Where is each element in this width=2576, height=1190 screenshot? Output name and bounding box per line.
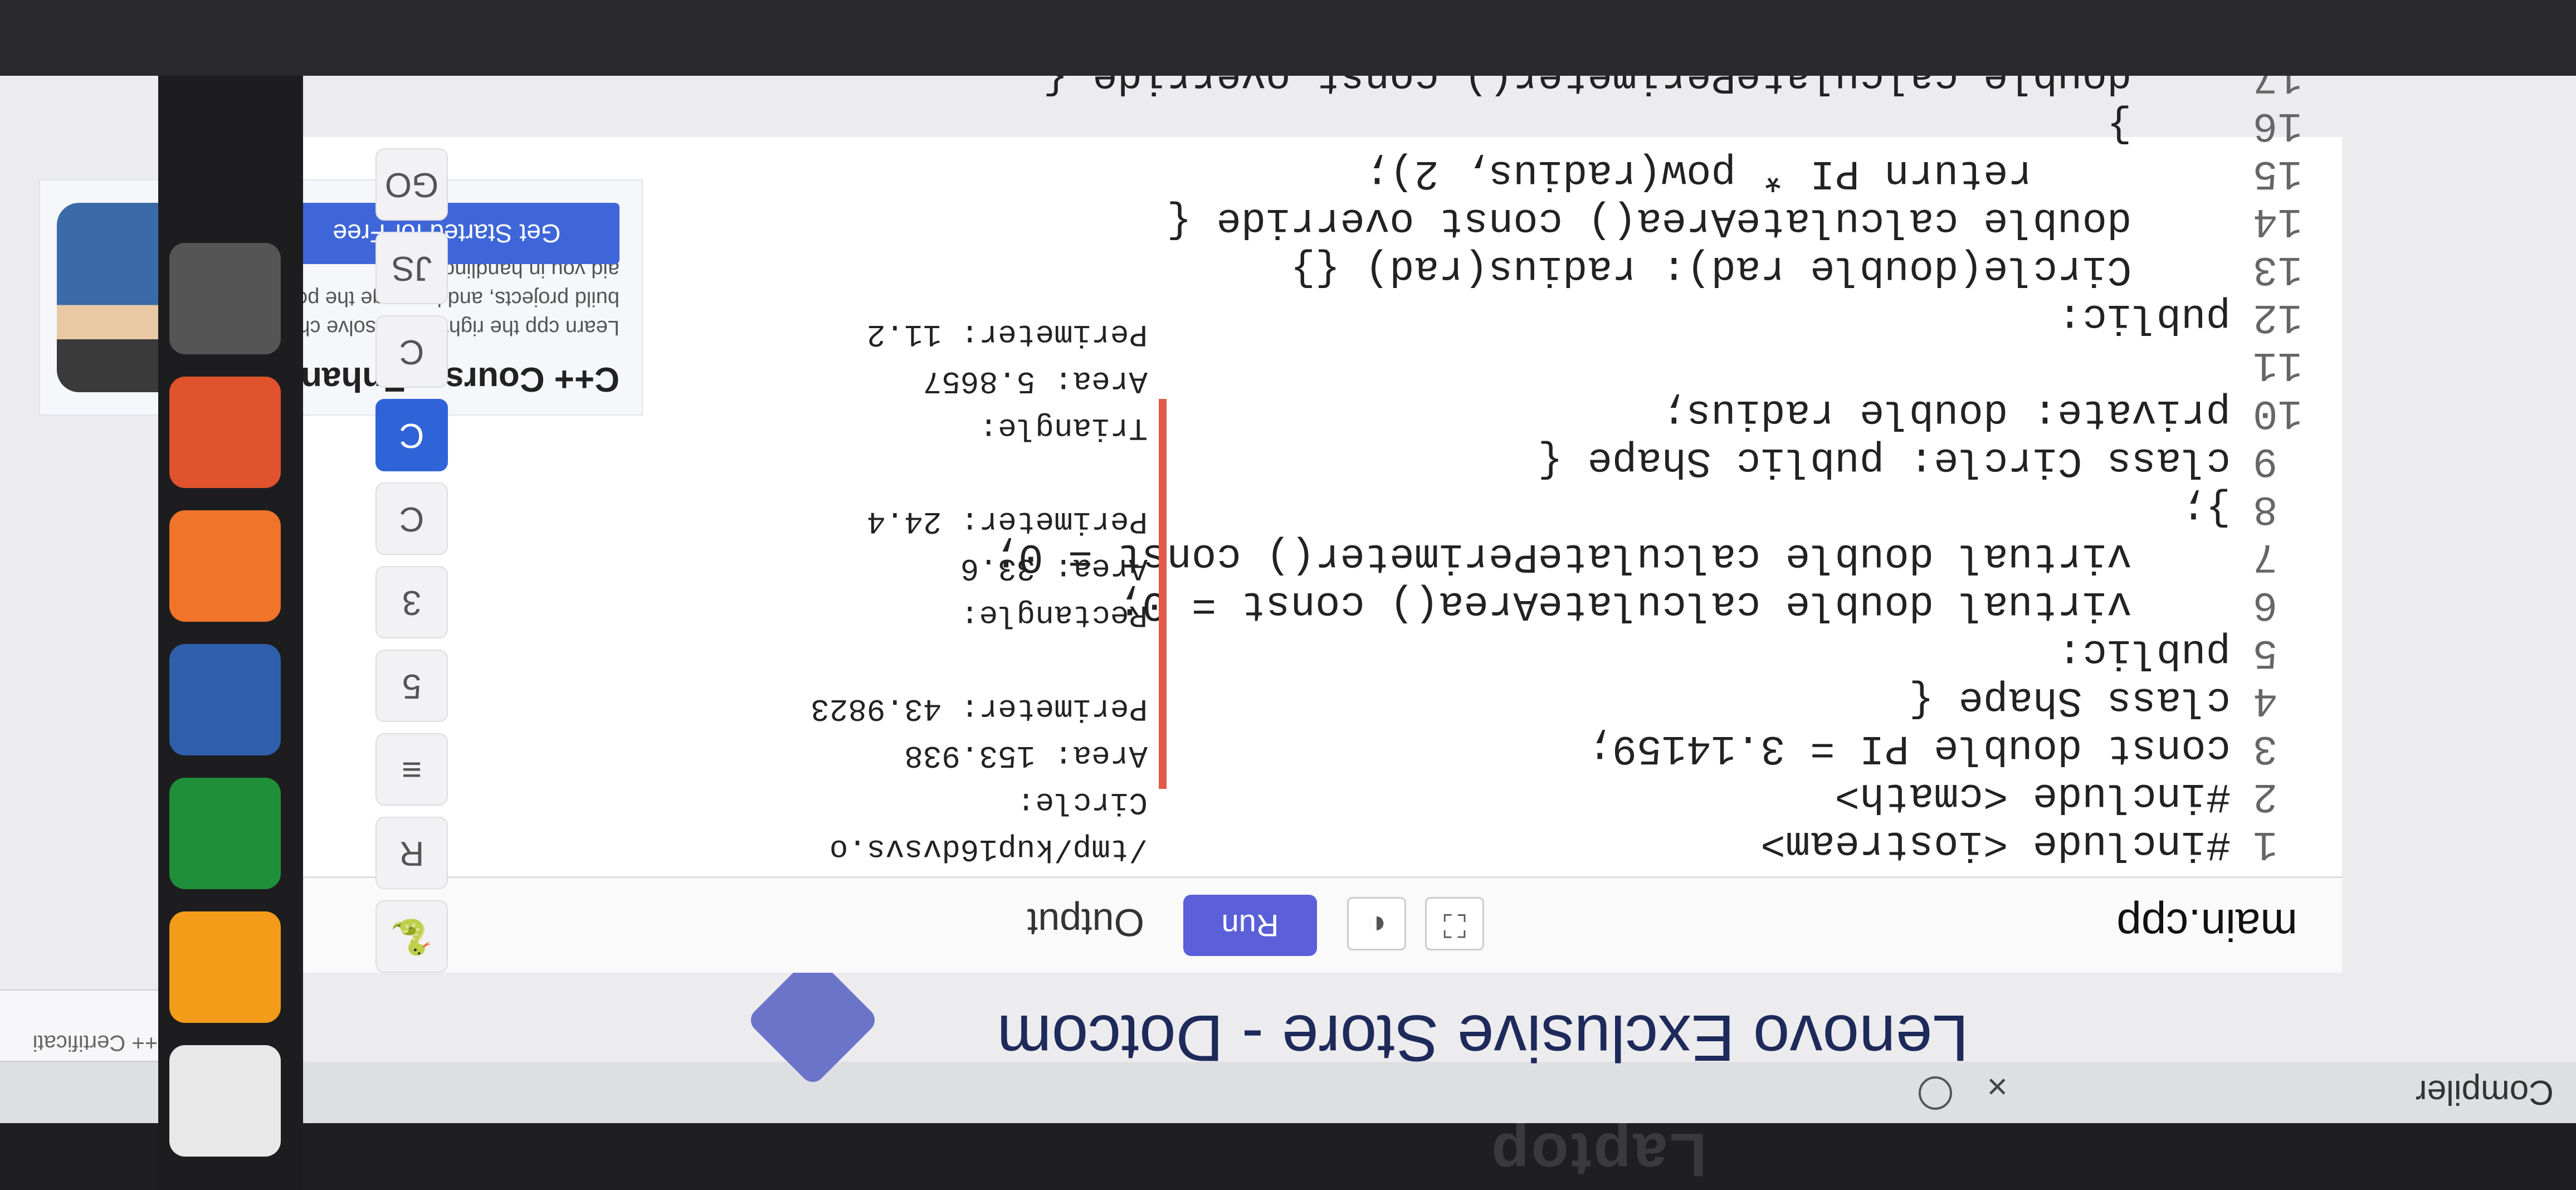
promo-card: C++ Course, Enhanced by AI Learn cpp the… (39, 179, 643, 416)
file-name[interactable]: main.cpp (2116, 899, 2297, 950)
close-icon[interactable]: × (1987, 1066, 2008, 1108)
spreadsheet-icon[interactable] (169, 778, 281, 889)
rail-button[interactable]: JS (375, 232, 448, 304)
code-editor[interactable]: 1 #include <iostream> 2 #include <cmath> 3 co… (994, 0, 2342, 867)
tab-label: Compiler (2415, 1073, 2554, 1112)
go-icon: GO (384, 165, 439, 204)
code-line[interactable]: 16 } (1172, 100, 2342, 148)
r-icon: R (399, 834, 425, 872)
code-text: }; (2181, 485, 2231, 531)
line-number: 7 (2253, 533, 2278, 579)
rail-button[interactable]: R (375, 817, 448, 889)
code-line[interactable]: 14 double calculateArea() const override… (1167, 196, 2342, 244)
language-rail: 🐍 R ≡ 5 3 C C C JS GO (359, 148, 470, 973)
c-icon: C (399, 500, 425, 538)
editor-panel: main.cpp ⛶ ◐ Run Output 1 #include <iostr… (39, 0, 2342, 973)
sql-icon: ≡ (401, 750, 422, 789)
code-text: private: double radius; (1661, 389, 2231, 436)
line-number: 13 (2253, 245, 2302, 292)
amazon-icon[interactable] (169, 911, 281, 1023)
code-text: virtual double calculatePerimeter() cons… (993, 533, 2231, 579)
browser-window: Compiler × Lenovo Exclusive Store - Dotc… (0, 0, 2576, 1123)
file-header: main.cpp ⛶ ◐ Run Output (281, 876, 2342, 973)
os-dock (158, 0, 303, 1190)
code-text: #include <iostream> (1760, 820, 2231, 867)
code-text: public: (2057, 628, 2231, 675)
line-number: 3 (2253, 724, 2278, 771)
code-line[interactable]: 12 public: (1172, 292, 2342, 340)
code-text: class Shape { (1909, 676, 2231, 723)
line-number: 2 (2253, 772, 2278, 819)
code-line[interactable]: 2 #include <cmath> (1172, 771, 2342, 819)
output-marker (1159, 399, 1167, 789)
code-line[interactable]: 4 class Shape { (1172, 675, 2342, 723)
js-icon: JS (391, 249, 432, 287)
line-number: 4 (2253, 676, 2278, 723)
line-number: 10 (2253, 389, 2302, 436)
code-line[interactable]: 15 return PI * pow(radius, 2); (1172, 148, 2342, 196)
code-text: double calculateArea() const override { (1167, 197, 2231, 244)
code-line[interactable]: 3 const double PI = 3.14159; (1172, 723, 2342, 771)
code-line[interactable]: 13 Circle(double rad): radius(rad) {} (1172, 244, 2342, 292)
certificate-card[interactable]: C++ Certificati (0, 989, 180, 1062)
rail-button[interactable]: 3 (375, 566, 448, 638)
code-text: #include <cmath> (1835, 772, 2231, 819)
code-line[interactable]: 5 public: (1172, 627, 2342, 675)
software-center-icon[interactable] (169, 377, 281, 488)
expand-icon[interactable]: ⛶ (1425, 897, 1484, 950)
line-number: 12 (2253, 293, 2302, 340)
firefox-icon[interactable] (169, 510, 281, 622)
code-text: } (2106, 101, 2231, 148)
rail-button[interactable]: C (375, 315, 448, 388)
code-text: virtual double calculateArea() const = 0… (1117, 581, 2231, 627)
line-number: 11 (2253, 341, 2302, 388)
code-text: const double PI = 3.14159; (1587, 724, 2231, 771)
line-number: 8 (2253, 485, 2278, 531)
code-line[interactable]: 8}; (1172, 484, 2342, 531)
page-title: Lenovo Exclusive Store - Dotcom (997, 1001, 1969, 1075)
csharp-icon: C (399, 333, 425, 371)
line-number: 15 (2253, 149, 2302, 196)
document-icon[interactable] (169, 644, 281, 755)
code-text: Circle(double rad): radius(rad) {} (1290, 245, 2231, 292)
code-text: return PI * pow(radius, 2); (1364, 149, 2231, 196)
css-icon: 3 (402, 583, 422, 622)
rail-button[interactable]: C (375, 399, 448, 471)
rail-button[interactable]: ≡ (375, 733, 448, 806)
desk-edge (0, 0, 2576, 76)
line-number: 5 (2253, 628, 2278, 675)
line-number: 6 (2253, 581, 2278, 627)
rail-button[interactable]: C (375, 482, 448, 555)
cpp-icon: C (399, 416, 425, 455)
code-text: class Circle: public Shape { (1538, 437, 2231, 484)
run-button[interactable]: Run (1183, 895, 1317, 956)
code-line[interactable]: 6 virtual double calculateArea() const =… (1118, 579, 2342, 627)
html-icon: 5 (402, 667, 422, 705)
line-number: 1 (2253, 820, 2278, 867)
code-line[interactable]: 7 virtual double calculatePerimeter() co… (994, 531, 2342, 579)
laptop-brand: Laptop (1489, 1120, 1707, 1189)
tab-compiler[interactable]: Compiler (2075, 1062, 2576, 1123)
output-label: Output (1027, 901, 1144, 944)
rail-button[interactable]: GO (375, 148, 448, 221)
code-line[interactable]: 9 class Circle: public Shape { (1172, 436, 2342, 484)
drive-icon[interactable] (169, 243, 281, 354)
tab-status-icon (1919, 1076, 1952, 1110)
line-number: 16 (2253, 101, 2302, 148)
notes-icon[interactable] (169, 1045, 281, 1157)
rail-button[interactable]: 5 (375, 650, 448, 722)
code-text: public: (2057, 293, 2231, 340)
line-number: 14 (2253, 197, 2302, 244)
theme-toggle-icon[interactable]: ◐ (1347, 897, 1406, 950)
line-number: 9 (2253, 437, 2278, 484)
python-icon: 🐍 (390, 918, 433, 956)
code-line[interactable]: 11 (1172, 340, 2342, 388)
code-line[interactable]: 10 private: double radius; (1172, 388, 2342, 436)
rail-button[interactable]: 🐍 (375, 900, 448, 973)
code-line[interactable]: 1 #include <iostream> (1172, 819, 2342, 867)
